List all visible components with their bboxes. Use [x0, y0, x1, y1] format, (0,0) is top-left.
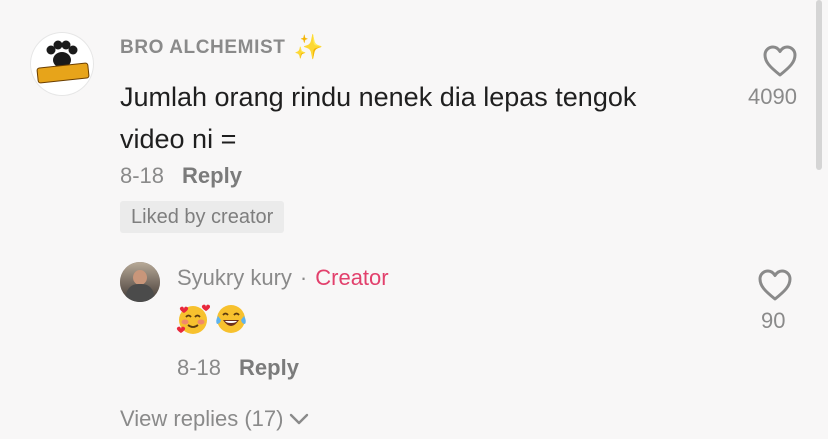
- face-with-tears-of-joy-icon: [216, 305, 246, 333]
- sparkles-icon: ✨: [293, 34, 324, 61]
- reply-username[interactable]: Syukry kury: [177, 265, 292, 291]
- scrollbar[interactable]: [816, 0, 822, 170]
- reply-author: Syukry kury · Creator: [177, 265, 389, 291]
- avatar[interactable]: [30, 32, 94, 96]
- smiling-face-with-hearts-icon: [176, 304, 210, 334]
- separator-dot: ·: [299, 265, 308, 290]
- username[interactable]: BRO ALCHEMIST: [120, 37, 285, 59]
- comment-text-line: Jumlah orang rindu nenek dia lepas tengo…: [120, 82, 637, 112]
- comment-text: Jumlah orang rindu nenek dia lepas tengo…: [120, 76, 720, 160]
- reply-date: 8-18: [177, 355, 222, 380]
- heart-icon[interactable]: [762, 44, 798, 78]
- reply-button[interactable]: Reply: [182, 163, 242, 189]
- reply-avatar[interactable]: [120, 262, 160, 302]
- reply-meta: 8-18 Reply: [177, 355, 299, 381]
- heart-icon[interactable]: [757, 268, 793, 302]
- comment-text-line: video ni =: [120, 124, 237, 154]
- comment-meta: 8-18 Reply: [120, 163, 242, 189]
- like-count: 4090: [748, 84, 797, 109]
- creator-tag: Creator: [315, 265, 389, 290]
- view-replies-label: View replies (17): [120, 406, 284, 431]
- view-replies-button[interactable]: View replies (17): [120, 406, 309, 432]
- comment-date: 8-18: [120, 163, 165, 188]
- reply-button[interactable]: Reply: [239, 355, 299, 381]
- reply-emojis: [176, 302, 248, 336]
- liked-by-creator-badge: Liked by creator: [120, 201, 285, 233]
- chevron-down-icon: [290, 413, 309, 425]
- comment-author[interactable]: BRO ALCHEMIST ✨: [120, 36, 324, 60]
- reply-like-count: 90: [761, 308, 786, 333]
